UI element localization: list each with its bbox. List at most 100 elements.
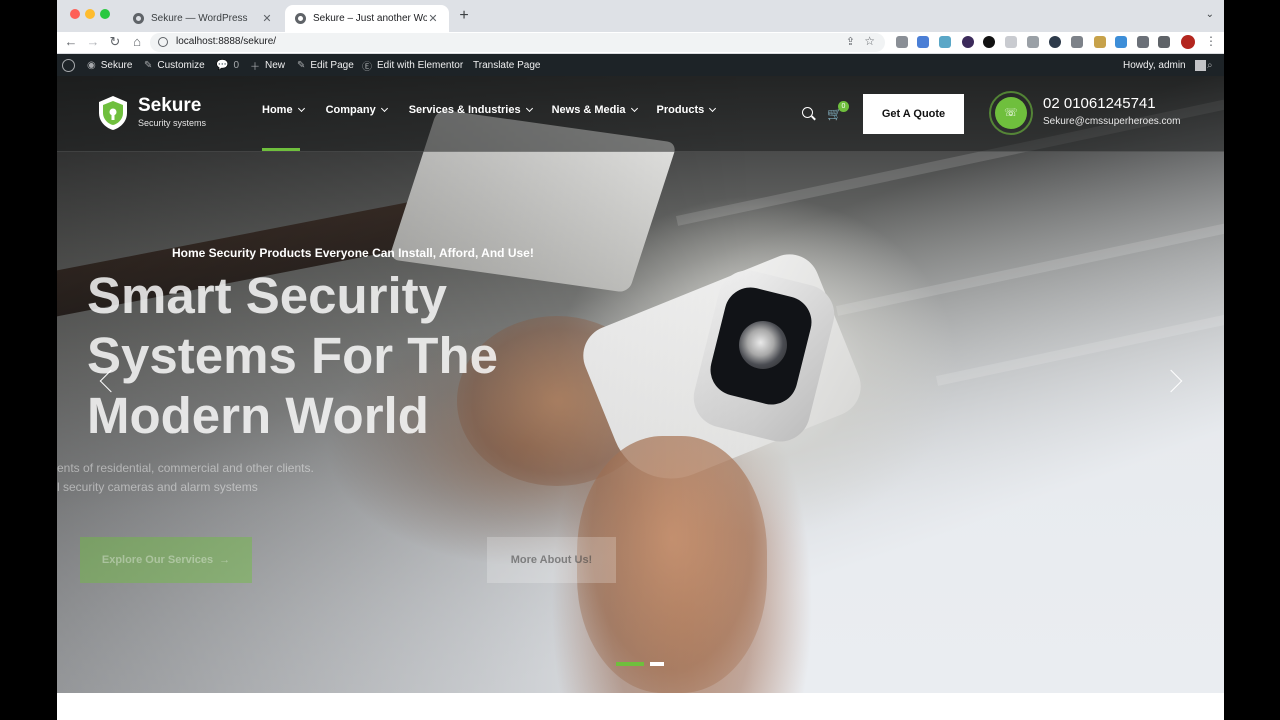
extension-e-icon[interactable]: [983, 36, 995, 48]
page-content-below: [57, 693, 1224, 720]
admin-comments[interactable]: 💬 0: [216, 54, 239, 76]
nav-active-indicator: [262, 148, 300, 151]
hero-title-line: Modern World: [87, 387, 429, 444]
search-icon[interactable]: [802, 107, 813, 118]
extension-dark-icon[interactable]: [962, 36, 974, 48]
extensions-puzzle-icon[interactable]: [1137, 36, 1149, 48]
explore-services-label: Explore Our Services: [101, 554, 214, 566]
screen: Sekure — WordPress ✕ Sekure – Just anoth…: [0, 0, 1280, 720]
comment-bubble-icon: 💬: [216, 59, 229, 71]
edit-page-label: Edit Page: [310, 59, 354, 71]
admin-account[interactable]: Howdy, admin: [1123, 54, 1206, 76]
extension-recycle-icon[interactable]: [896, 36, 908, 48]
close-window-button[interactable]: [70, 9, 80, 19]
new-tab-button[interactable]: +: [457, 7, 471, 25]
nav-item-company[interactable]: Company: [325, 104, 388, 116]
new-label: New: [265, 59, 286, 71]
tab-title: Sekure — WordPress: [151, 13, 248, 24]
slider-next-arrow-icon[interactable]: [1159, 369, 1183, 393]
slider-pagination: [616, 662, 664, 666]
site-header: Sekure Security systems Home Company Ser…: [57, 76, 1224, 152]
admin-customize[interactable]: ✎ Customize: [144, 54, 205, 76]
shield-lock-logo-icon[interactable]: [97, 95, 129, 131]
back-arrow-icon[interactable]: ←: [63, 34, 79, 50]
extension-grid-icon[interactable]: [1027, 36, 1039, 48]
wp-admin-bar: ◉ Sekure ✎ Customize 💬 0 ＋ New ✎ Edit Pa…: [57, 54, 1224, 76]
phone-icon[interactable]: ☏: [995, 97, 1027, 129]
brush-icon: ✎: [144, 59, 153, 71]
contact-email[interactable]: Sekure@cmssuperheroes.com: [1043, 116, 1180, 127]
slider-dot-active[interactable]: [616, 662, 644, 666]
browser-toolbar: ← → ↻ ⌂ localhost:8888/sekure/ ⇪ ☆ ⋮: [57, 32, 1224, 54]
tab-strip: Sekure — WordPress ✕ Sekure – Just anoth…: [57, 0, 1224, 32]
logo-name[interactable]: Sekure: [138, 95, 201, 117]
pencil-icon: ✎: [297, 59, 306, 71]
tab-wordpress-admin[interactable]: Sekure — WordPress ✕: [123, 5, 283, 32]
chevron-down-icon: [297, 104, 305, 113]
minimize-window-button[interactable]: [85, 9, 95, 19]
nav-item-services-industries[interactable]: Services & Industries: [408, 104, 533, 116]
browser-window: Sekure — WordPress ✕ Sekure – Just anoth…: [57, 0, 1224, 720]
admin-site-label: Sekure: [100, 59, 133, 71]
search-icon: ⌕: [1207, 59, 1213, 71]
chevron-down-icon: [630, 104, 638, 113]
howdy-label: Howdy, admin: [1123, 59, 1186, 71]
plus-icon: ＋: [250, 61, 260, 73]
nav-item-news-media[interactable]: News & Media: [552, 104, 638, 116]
nav-item-label: Company: [325, 104, 376, 116]
nav-item-label: Home: [262, 104, 293, 116]
share-icon[interactable]: ⇪: [846, 35, 855, 48]
elementor-icon: Ⓔ: [362, 61, 372, 73]
explore-services-button[interactable]: Explore Our Services →: [80, 537, 252, 583]
address-bar[interactable]: localhost:8888/sekure/ ⇪ ☆: [150, 33, 885, 52]
comments-count: 0: [233, 59, 240, 71]
nav-item-home[interactable]: Home: [262, 104, 305, 116]
hero-title-line: Systems For The: [87, 327, 498, 384]
forward-arrow-icon[interactable]: →: [85, 34, 101, 50]
browser-menu-icon[interactable]: ⋮: [1205, 34, 1217, 48]
nav-item-label: Services & Industries: [408, 104, 521, 116]
close-tab-icon[interactable]: ✕: [427, 12, 439, 25]
site-info-icon[interactable]: [158, 37, 168, 47]
extension-screenshot-icon[interactable]: [1071, 36, 1083, 48]
profile-avatar[interactable]: [1181, 35, 1195, 49]
extension-image-icon[interactable]: [939, 36, 951, 48]
wp-logo-menu[interactable]: [62, 54, 75, 76]
more-about-us-button[interactable]: More About Us!: [487, 537, 616, 583]
wordpress-favicon-icon: [133, 13, 144, 24]
nav-item-products[interactable]: Products: [657, 104, 717, 116]
hero-eyebrow: Home Security Products Everyone Can Inst…: [172, 246, 534, 260]
chevron-down-icon: [709, 104, 717, 113]
get-a-quote-button[interactable]: Get A Quote: [863, 94, 964, 134]
extension-translate-icon[interactable]: [917, 36, 929, 48]
admin-new[interactable]: ＋ New: [250, 54, 285, 76]
home-icon[interactable]: ⌂: [129, 34, 145, 50]
phone-number[interactable]: 02 01061245741: [1043, 95, 1156, 112]
url-text: localhost:8888/sekure/: [176, 36, 277, 47]
extension-pen-icon[interactable]: [1094, 36, 1106, 48]
admin-search[interactable]: ⌕: [1207, 54, 1213, 76]
bookmark-star-icon[interactable]: ☆: [864, 34, 875, 48]
reload-icon[interactable]: ↻: [107, 34, 123, 50]
hero-title-line: Smart Security: [87, 267, 447, 324]
tab-search-chevron-icon[interactable]: ⌄: [1206, 9, 1214, 20]
customize-label: Customize: [157, 59, 205, 71]
avatar: [1194, 59, 1206, 71]
extension-globe-icon[interactable]: [1049, 36, 1061, 48]
admin-translate[interactable]: Translate Page: [473, 54, 540, 76]
logo-tagline: Security systems: [138, 118, 207, 128]
slider-dot[interactable]: [650, 662, 664, 666]
hero-slider: Sekure Security systems Home Company Ser…: [57, 76, 1224, 693]
chevron-down-icon: [380, 104, 388, 113]
translate-label: Translate Page: [473, 59, 541, 71]
tab-sekure-site[interactable]: Sekure – Just another WordPress site ✕: [285, 5, 449, 32]
extension-italic-icon[interactable]: [1005, 36, 1017, 48]
admin-elementor[interactable]: Ⓔ Edit with Elementor: [362, 54, 463, 76]
extension-refresh-icon[interactable]: [1115, 36, 1127, 48]
reading-list-icon[interactable]: [1158, 36, 1170, 48]
close-tab-icon[interactable]: ✕: [261, 12, 273, 25]
admin-edit-page[interactable]: ✎ Edit Page: [297, 54, 354, 76]
maximize-window-button[interactable]: [100, 9, 110, 19]
admin-site-name[interactable]: ◉ Sekure: [87, 54, 132, 76]
cart-count-badge: 0: [838, 101, 849, 112]
